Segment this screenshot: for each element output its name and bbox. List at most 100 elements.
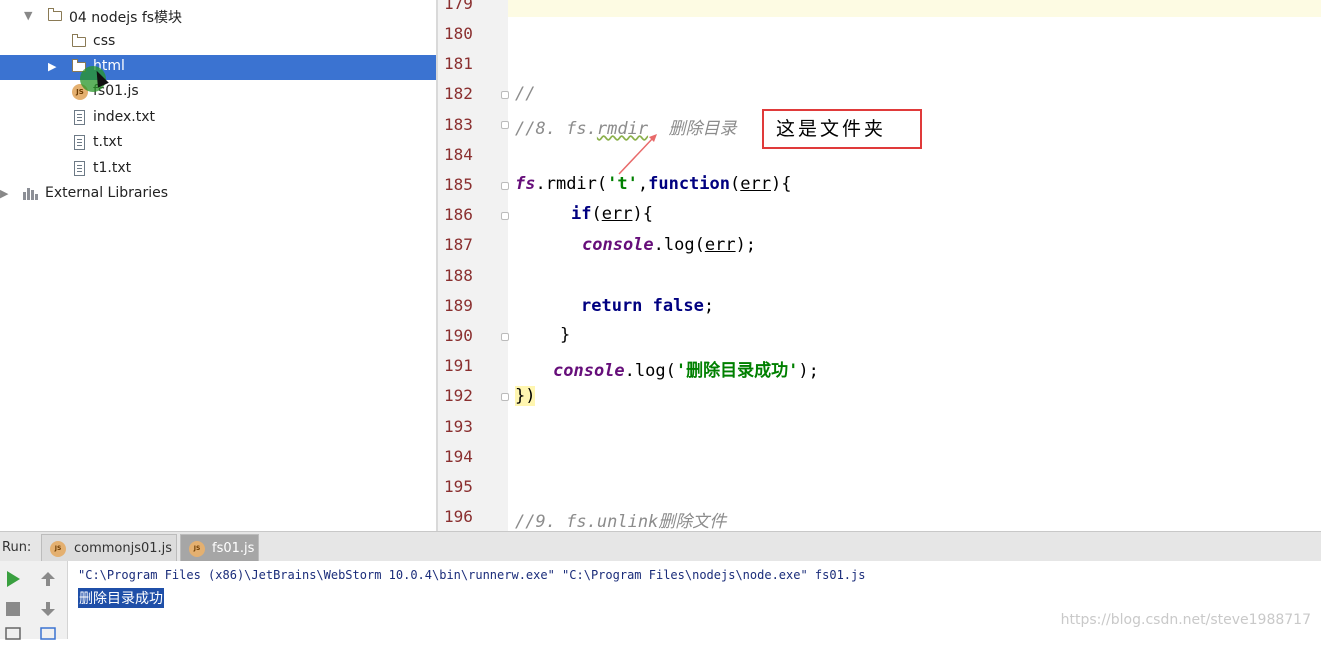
- line-number: 185: [444, 175, 473, 194]
- project-tree: ▼ 04 nodejs fs模块 css ▶ html JS fs01.js i…: [0, 0, 436, 530]
- run-label: Run:: [2, 540, 32, 555]
- line-number: 179: [444, 0, 473, 13]
- code-token: .rmdir(: [535, 174, 608, 194]
- layout-icon[interactable]: [3, 625, 23, 645]
- code-token: );: [798, 361, 819, 381]
- code-line-186: if(err){: [571, 204, 653, 224]
- tree-item-t-txt[interactable]: t.txt: [0, 131, 436, 156]
- comment: //9. fs.unlink删除文件: [515, 512, 727, 532]
- code-token: .log(: [624, 361, 676, 381]
- code-token: ;: [703, 296, 715, 316]
- line-number: 189: [444, 296, 473, 315]
- library-icon: [23, 186, 39, 202]
- expand-arrow-icon[interactable]: ▼: [24, 9, 32, 22]
- line-number-gutter: 179 180 181 182 183 184 185 186 187 188 …: [438, 0, 508, 531]
- tree-item-label: 04 nodejs fs模块: [69, 10, 183, 26]
- line-number: 183: [444, 115, 473, 134]
- fold-marker-icon[interactable]: [501, 121, 509, 129]
- line-number: 192: [444, 386, 473, 405]
- code-token: .log(: [653, 235, 705, 255]
- code-token: '删除目录成功': [675, 361, 799, 381]
- tree-item-html-folder[interactable]: ▶ html: [0, 55, 436, 80]
- run-toolbar: [0, 561, 68, 640]
- code-token: err: [740, 174, 771, 194]
- folder-icon: [72, 34, 88, 50]
- fold-marker-icon[interactable]: [501, 212, 509, 220]
- text-file-icon: [72, 110, 88, 126]
- code-token: }: [560, 325, 571, 345]
- code-token: ){: [770, 174, 792, 194]
- annotation-note: 这是文件夹: [762, 109, 922, 149]
- code-editor[interactable]: [508, 0, 1321, 531]
- run-tab-commonjs01[interactable]: JS commonjs01.js: [41, 534, 177, 562]
- code-line-187: console.log(err);: [582, 235, 756, 255]
- tree-item-t1-txt[interactable]: t1.txt: [0, 157, 436, 182]
- text-file-icon: [72, 135, 88, 151]
- code-token: console: [553, 361, 625, 381]
- line-number: 186: [444, 205, 473, 224]
- code-token: if: [571, 204, 592, 224]
- fold-marker-icon[interactable]: [501, 182, 509, 190]
- line-number: 187: [444, 235, 473, 254]
- comment: //8. fs.: [515, 119, 597, 139]
- watermark: https://blog.csdn.net/steve1988717: [1060, 612, 1311, 628]
- folder-icon: [48, 8, 64, 24]
- tree-item-external-libraries[interactable]: ▶ External Libraries: [0, 182, 436, 207]
- line-number: 188: [444, 266, 473, 285]
- current-line-highlight: [508, 0, 1321, 17]
- line-number: 195: [444, 477, 473, 496]
- code-line-189: return false;: [581, 296, 714, 316]
- text-file-icon: [72, 161, 88, 177]
- line-number: 181: [444, 54, 473, 73]
- console-output: 删除目录成功: [78, 588, 164, 608]
- soft-wrap-icon[interactable]: [38, 625, 58, 645]
- tree-item-css-folder[interactable]: css: [0, 30, 436, 55]
- line-number: 194: [444, 447, 473, 466]
- line-number: 191: [444, 356, 473, 375]
- code-line-191: console.log('删除目录成功');: [553, 356, 819, 381]
- fold-marker-icon[interactable]: [501, 333, 509, 341]
- line-number: 182: [444, 84, 473, 103]
- run-panel-header: Run: JS commonjs01.js JS fs01.js: [0, 531, 1321, 562]
- line-number: 190: [444, 326, 473, 345]
- js-file-icon: JS: [189, 541, 205, 557]
- tree-item-nodejs-fs-folder[interactable]: ▼ 04 nodejs fs模块: [0, 4, 436, 29]
- code-line-182: //: [515, 84, 535, 104]
- code-token: false: [652, 296, 704, 316]
- collapse-arrow-icon[interactable]: ▶: [48, 60, 56, 73]
- code-token: (: [591, 204, 602, 224]
- stop-icon[interactable]: [3, 599, 23, 619]
- code-token: }): [515, 386, 536, 406]
- run-tab-label: fs01.js: [212, 541, 255, 556]
- code-token: console: [582, 235, 654, 255]
- tree-item-label: index.txt: [93, 109, 156, 125]
- tree-item-label: t.txt: [93, 134, 123, 150]
- line-number: 196: [444, 507, 473, 526]
- fold-marker-icon[interactable]: [501, 91, 509, 99]
- code-line-196: //9. fs.unlink删除文件: [515, 507, 726, 532]
- code-line-190: }: [560, 325, 570, 345]
- arrow-down-icon[interactable]: [38, 599, 58, 619]
- run-tab-fs01[interactable]: JS fs01.js: [180, 534, 259, 562]
- code-token: fs: [515, 174, 536, 194]
- line-number: 193: [444, 417, 473, 436]
- rerun-icon[interactable]: [3, 569, 23, 589]
- console-command-line: "C:\Program Files (x86)\JetBrains\WebSto…: [78, 568, 866, 582]
- code-token: return: [581, 296, 643, 316]
- code-line-192: }): [515, 386, 536, 406]
- code-token: err: [704, 235, 736, 255]
- tree-item-index-txt[interactable]: index.txt: [0, 106, 436, 131]
- annotation-arrow-icon: [618, 134, 657, 175]
- js-file-icon: JS: [50, 541, 66, 557]
- arrow-up-icon[interactable]: [38, 569, 58, 589]
- code-token: );: [735, 235, 757, 255]
- comment: //: [515, 84, 536, 104]
- fold-marker-icon[interactable]: [501, 393, 509, 401]
- tree-item-label: External Libraries: [45, 185, 168, 201]
- collapse-arrow-icon[interactable]: ▶: [0, 187, 8, 200]
- code-token: (: [730, 174, 741, 194]
- tree-item-label: t1.txt: [93, 160, 132, 176]
- run-tab-label: commonjs01.js: [74, 541, 173, 556]
- tree-item-fs01-js[interactable]: JS fs01.js: [0, 80, 436, 105]
- tree-item-label: css: [93, 33, 116, 49]
